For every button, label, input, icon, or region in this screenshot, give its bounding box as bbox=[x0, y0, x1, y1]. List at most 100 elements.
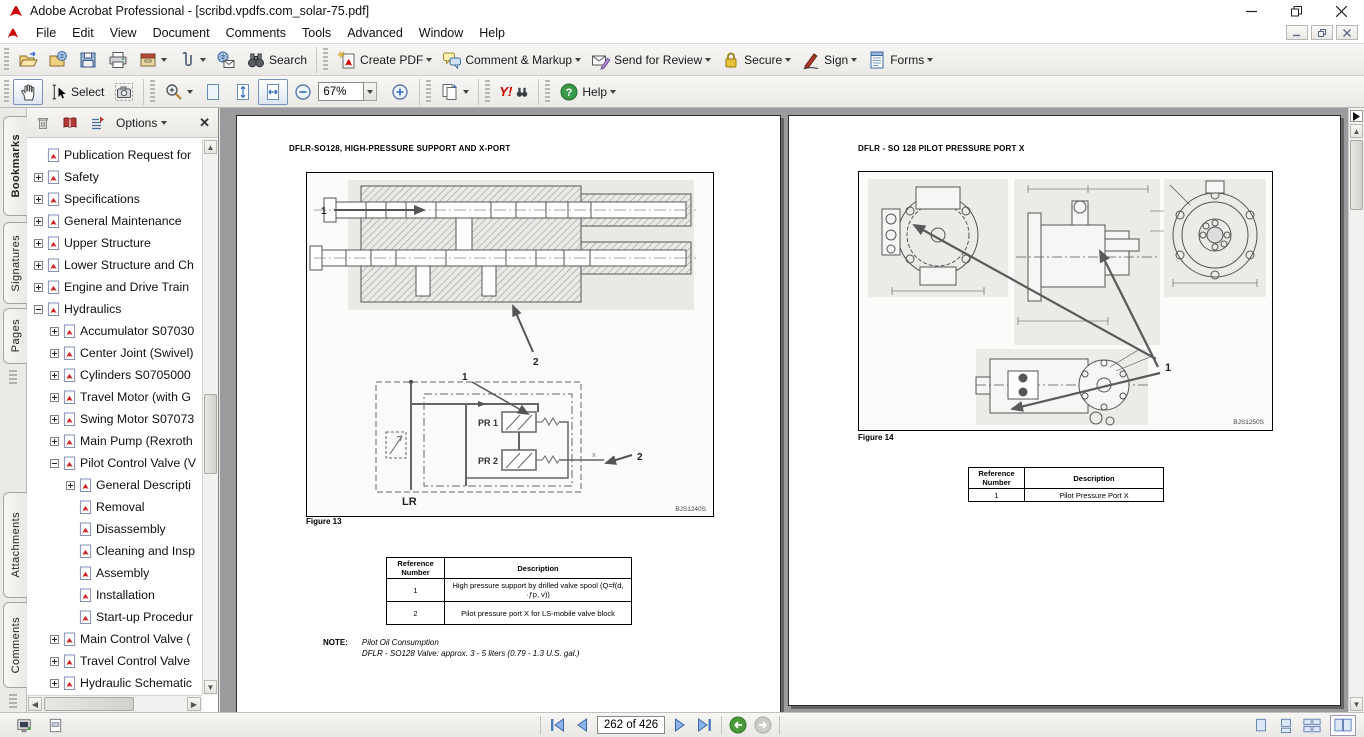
attach-button[interactable] bbox=[172, 47, 211, 73]
options-button[interactable]: Options bbox=[116, 116, 167, 130]
bookmark-item[interactable]: Safety bbox=[27, 166, 202, 188]
create-pdf-button[interactable]: Create PDF bbox=[332, 47, 437, 73]
toolbar-grip[interactable] bbox=[485, 80, 490, 104]
expand-plus-icon[interactable] bbox=[50, 349, 59, 358]
sign-button[interactable]: Sign bbox=[796, 47, 862, 73]
bookmarks-horizontal-scrollbar[interactable]: ◀ ▶ bbox=[27, 695, 202, 712]
bookmark-item[interactable]: Travel Control Valve bbox=[27, 650, 202, 672]
scroll-down-icon[interactable]: ▼ bbox=[1350, 697, 1363, 711]
tab-bookmarks[interactable]: Bookmarks bbox=[3, 116, 27, 216]
document-status-icon[interactable] bbox=[47, 717, 64, 734]
bookmark-item[interactable]: Installation bbox=[27, 584, 202, 606]
delete-bookmark-icon[interactable] bbox=[35, 115, 51, 131]
expand-plus-icon[interactable] bbox=[34, 239, 43, 248]
restore-button[interactable] bbox=[1274, 0, 1319, 22]
toolbar-grip[interactable] bbox=[545, 80, 550, 104]
bookmark-item[interactable]: Hydraulics bbox=[27, 298, 202, 320]
toolbar-grip[interactable] bbox=[4, 80, 9, 104]
splitter-arrow-icon[interactable] bbox=[1350, 110, 1363, 122]
document-vertical-scrollbar[interactable]: ▲ ▼ bbox=[1348, 108, 1364, 712]
next-view-icon[interactable] bbox=[754, 716, 772, 734]
page-display-button[interactable] bbox=[435, 79, 474, 105]
bookmark-item[interactable]: Swing Motor S07073 bbox=[27, 408, 202, 430]
bookmark-item[interactable]: Start-up Procedur bbox=[27, 606, 202, 628]
page-number-input[interactable] bbox=[597, 716, 665, 734]
close-button[interactable] bbox=[1319, 0, 1364, 22]
current-bookmark-icon[interactable] bbox=[62, 115, 78, 131]
doc-minimize-button[interactable] bbox=[1286, 25, 1308, 40]
bookmark-item[interactable]: Engine and Drive Train bbox=[27, 276, 202, 298]
expand-plus-icon[interactable] bbox=[50, 371, 59, 380]
menu-item-view[interactable]: View bbox=[102, 24, 145, 42]
expand-plus-icon[interactable] bbox=[50, 415, 59, 424]
bookmark-item[interactable]: General Descripti bbox=[27, 474, 202, 496]
toolbar-grip[interactable] bbox=[323, 48, 328, 72]
save-button[interactable] bbox=[73, 47, 103, 73]
scroll-right-icon[interactable]: ▶ bbox=[187, 697, 201, 711]
fit-width-button[interactable] bbox=[258, 79, 288, 105]
menu-item-advanced[interactable]: Advanced bbox=[339, 24, 411, 42]
snapshot-button[interactable] bbox=[109, 79, 139, 105]
bookmark-item[interactable]: Publication Request for bbox=[27, 144, 202, 166]
bookmark-item[interactable]: Hydraulic Schematic bbox=[27, 672, 202, 694]
zoom-out-button[interactable] bbox=[288, 79, 318, 105]
expand-plus-icon[interactable] bbox=[50, 437, 59, 446]
email-button[interactable] bbox=[211, 47, 241, 73]
last-page-icon[interactable] bbox=[695, 717, 714, 733]
comment-markup-button[interactable]: Comment & Markup bbox=[437, 47, 586, 73]
collapse-minus-icon[interactable] bbox=[50, 459, 59, 468]
zoom-tool-button[interactable] bbox=[159, 79, 198, 105]
bookmark-item[interactable]: Main Control Valve ( bbox=[27, 628, 202, 650]
menu-item-window[interactable]: Window bbox=[411, 24, 471, 42]
expand-plus-icon[interactable] bbox=[50, 635, 59, 644]
bookmark-item[interactable]: Assembly bbox=[27, 562, 202, 584]
reading-mode-icon[interactable] bbox=[16, 717, 33, 734]
expand-plus-icon[interactable] bbox=[34, 173, 43, 182]
toolbar-grip[interactable] bbox=[426, 80, 431, 104]
fit-height-button[interactable] bbox=[228, 79, 258, 105]
continuous-layout-icon[interactable] bbox=[1278, 717, 1294, 734]
expand-plus-icon[interactable] bbox=[34, 195, 43, 204]
previous-view-icon[interactable] bbox=[729, 716, 747, 734]
open-button[interactable] bbox=[13, 47, 43, 73]
menu-item-file[interactable]: File bbox=[28, 24, 64, 42]
hand-tool-button[interactable] bbox=[13, 79, 43, 105]
bookmark-item[interactable]: Center Joint (Swivel) bbox=[27, 342, 202, 364]
tab-comments[interactable]: Comments bbox=[3, 602, 27, 688]
doc-restore-button[interactable] bbox=[1311, 25, 1333, 40]
pdf-page-right[interactable]: DFLR - SO 128 PILOT PRESSURE PORT X bbox=[788, 115, 1341, 706]
bookmark-item[interactable]: General Maintenance bbox=[27, 210, 202, 232]
bookmark-item[interactable]: Upper Structure bbox=[27, 232, 202, 254]
pdf-page-left[interactable]: DFLR-SO128, HIGH-PRESSURE SUPPORT AND X-… bbox=[236, 115, 781, 712]
bookmarks-vertical-scrollbar[interactable]: ▲ ▼ bbox=[202, 139, 218, 695]
menu-item-document[interactable]: Document bbox=[145, 24, 218, 42]
toolbar-grip[interactable] bbox=[150, 80, 155, 104]
open-web-button[interactable] bbox=[43, 47, 73, 73]
tab-attachments[interactable]: Attachments bbox=[3, 492, 27, 598]
scrollbar-thumb[interactable] bbox=[1350, 140, 1363, 210]
expand-plus-icon[interactable] bbox=[50, 393, 59, 402]
next-page-icon[interactable] bbox=[672, 717, 688, 733]
bookmark-item[interactable]: Travel Motor (with G bbox=[27, 386, 202, 408]
tab-pages[interactable]: Pages bbox=[3, 308, 27, 364]
fit-page-button[interactable] bbox=[198, 79, 228, 105]
scroll-down-icon[interactable]: ▼ bbox=[204, 680, 217, 694]
tab-signatures[interactable]: Signatures bbox=[3, 222, 27, 304]
collapse-minus-icon[interactable] bbox=[34, 305, 43, 314]
forms-button[interactable]: Forms bbox=[862, 47, 938, 73]
facing-layout-active[interactable] bbox=[1330, 715, 1356, 736]
scrollbar-thumb[interactable] bbox=[204, 394, 217, 474]
menu-item-tools[interactable]: Tools bbox=[294, 24, 339, 42]
bookmark-item[interactable]: Accumulator S07030 bbox=[27, 320, 202, 342]
first-page-icon[interactable] bbox=[548, 717, 567, 733]
bookmark-item[interactable]: Main Pump (Rexroth bbox=[27, 430, 202, 452]
expand-plus-icon[interactable] bbox=[66, 481, 75, 490]
expand-plus-icon[interactable] bbox=[50, 679, 59, 688]
expand-plus-icon[interactable] bbox=[34, 261, 43, 270]
previous-page-icon[interactable] bbox=[574, 717, 590, 733]
search-button[interactable]: Search bbox=[241, 47, 312, 73]
expand-plus-icon[interactable] bbox=[34, 217, 43, 226]
yahoo-search-button[interactable]: Y! bbox=[494, 79, 534, 105]
expand-plus-icon[interactable] bbox=[34, 283, 43, 292]
single-page-layout-icon[interactable] bbox=[1253, 717, 1269, 734]
